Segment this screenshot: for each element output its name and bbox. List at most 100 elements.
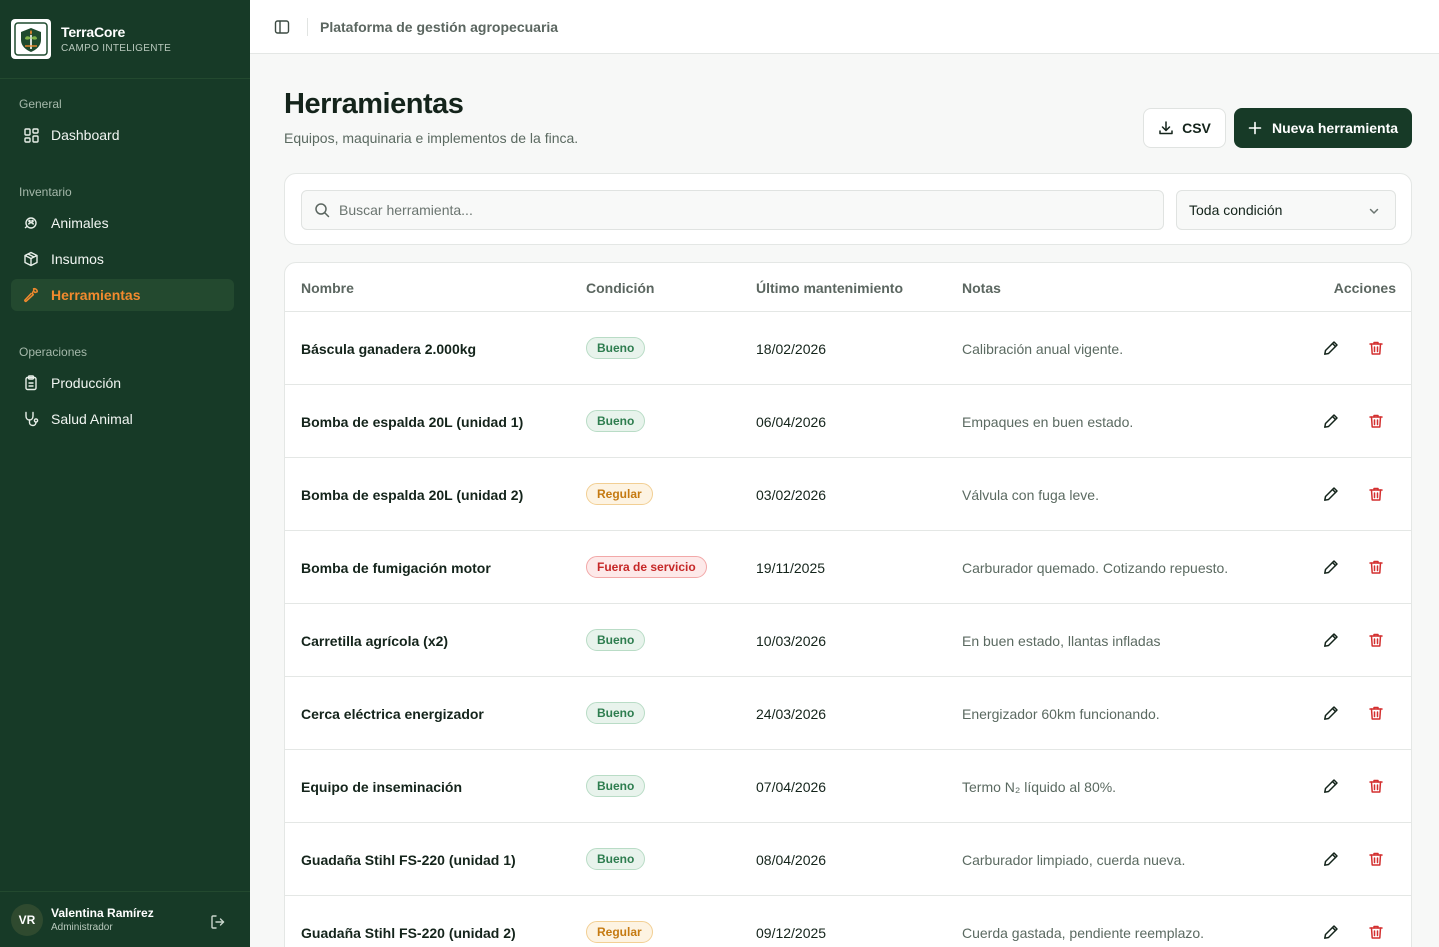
maintenance-date: 10/03/2026 <box>756 633 827 649</box>
delete-icon[interactable] <box>1368 705 1384 724</box>
delete-icon[interactable] <box>1368 413 1384 432</box>
edit-icon[interactable] <box>1323 486 1339 505</box>
delete-icon[interactable] <box>1368 632 1384 651</box>
brand-name: TerraCore <box>61 24 126 40</box>
brand-subtitle: CAMPO INTELIGENTE <box>61 43 172 54</box>
csv-export-button[interactable]: CSV <box>1143 108 1226 148</box>
col-ultimo-mantenimiento[interactable]: Último mantenimiento <box>756 280 903 296</box>
status-badge: Bueno <box>586 848 646 870</box>
dashboard-icon <box>23 127 39 143</box>
search-icon <box>315 203 330 218</box>
tool-name: Bomba de espalda 20L (unidad 1) <box>301 414 524 430</box>
sidebar-item-herramientas[interactable]: Herramientas <box>11 279 234 311</box>
sidebar-item-produccion[interactable]: Producción <box>11 367 234 399</box>
status-badge: Bueno <box>586 410 646 432</box>
table-row[interactable]: Equipo de inseminación Bueno 07/04/2026 Ter… <box>285 750 1411 823</box>
tool-name: Guadaña Stihl FS-220 (unidad 1) <box>301 852 516 868</box>
nav-section-general: General <box>19 97 62 111</box>
table-row[interactable]: Guadaña Stihl FS-220 (unidad 1) Bueno 08/0… <box>285 823 1411 896</box>
tool-notes: Empaques en buen estado. <box>962 414 1134 430</box>
sidebar-item-dashboard[interactable]: Dashboard <box>11 119 234 151</box>
tool-name: Bomba de espalda 20L (unidad 2) <box>301 487 524 503</box>
table-row[interactable]: Bomba de espalda 20L (unidad 1) Bueno 06/0… <box>285 385 1411 458</box>
sidebar-item-label: Animales <box>51 215 109 231</box>
tool-name: Bomba de fumigación motor <box>301 560 491 576</box>
status-badge: Bueno <box>586 629 646 651</box>
sidebar-item-label: Producción <box>51 375 122 391</box>
terracore-logo-icon <box>11 19 51 59</box>
sidebar-item-animales[interactable]: Animales <box>11 207 234 239</box>
user-profile: VR Valentina Ramírez Administrador <box>0 891 250 947</box>
delete-icon[interactable] <box>1368 559 1384 578</box>
download-icon <box>1159 121 1173 135</box>
csv-label: CSV <box>1182 120 1211 136</box>
status-badge: Bueno <box>586 337 646 359</box>
table-row[interactable]: Cerca eléctrica energizador Bueno 24/03/20… <box>285 677 1411 750</box>
user-name: Valentina Ramírez <box>51 906 154 920</box>
box-icon <box>23 251 39 267</box>
delete-icon[interactable] <box>1368 778 1384 797</box>
table-row[interactable]: Carretilla agrícola (x2) Bueno 10/03/2026 E… <box>285 604 1411 677</box>
delete-icon[interactable] <box>1368 924 1384 943</box>
topbar: Plataforma de gestión agropecuaria <box>250 0 1439 54</box>
stethoscope-icon <box>23 411 39 427</box>
edit-icon[interactable] <box>1323 924 1339 943</box>
maintenance-date: 03/02/2026 <box>756 487 827 503</box>
avatar[interactable]: VR <box>11 903 43 936</box>
nav-section-operaciones: Operaciones <box>19 345 88 359</box>
col-condicion[interactable]: Condición <box>586 280 654 296</box>
edit-icon[interactable] <box>1323 778 1339 797</box>
tool-notes: Energizador 60km funcionando. <box>962 706 1160 722</box>
delete-icon[interactable] <box>1368 486 1384 505</box>
col-nombre[interactable]: Nombre <box>301 280 354 296</box>
maintenance-date: 19/11/2025 <box>756 560 826 576</box>
maintenance-date: 09/12/2025 <box>756 925 827 941</box>
table-row[interactable]: Guadaña Stihl FS-220 (unidad 2) Regular 09… <box>285 896 1411 947</box>
clipboard-icon <box>23 375 39 391</box>
tool-name: Equipo de inseminación <box>301 779 463 795</box>
tool-name: Guadaña Stihl FS-220 (unidad 2) <box>301 925 516 941</box>
tool-name: Báscula ganadera 2.000kg <box>301 341 477 357</box>
edit-icon[interactable] <box>1323 413 1339 432</box>
sidebar-item-insumos[interactable]: Insumos <box>11 243 234 275</box>
wrench-icon <box>23 287 39 303</box>
table-row[interactable]: Bomba de espalda 20L (unidad 2) Regular 03… <box>285 458 1411 531</box>
status-badge: Bueno <box>586 775 646 797</box>
col-notas[interactable]: Notas <box>962 280 1001 296</box>
paw-icon <box>23 215 39 231</box>
sidebar-item-salud-animal[interactable]: Salud Animal <box>11 403 234 435</box>
edit-icon[interactable] <box>1323 340 1339 359</box>
status-badge: Regular <box>586 921 653 943</box>
sidebar-item-label: Salud Animal <box>51 411 133 427</box>
edit-icon[interactable] <box>1323 559 1339 578</box>
tool-notes: Carburador limpiado, cuerda nueva. <box>962 852 1186 868</box>
search-input[interactable] <box>339 202 1139 218</box>
tool-notes: Válvula con fuga leve. <box>962 487 1099 503</box>
page-subtitle: Equipos, maquinaria e implementos de la … <box>284 130 579 146</box>
topbar-title: Plataforma de gestión agropecuaria <box>320 18 559 35</box>
sidebar-toggle-icon[interactable] <box>273 18 291 36</box>
logout-icon[interactable] <box>210 914 226 935</box>
tool-notes: Termo N₂ líquido al 80%. <box>962 779 1117 795</box>
delete-icon[interactable] <box>1368 851 1384 870</box>
status-badge: Regular <box>586 483 653 505</box>
edit-icon[interactable] <box>1323 705 1339 724</box>
table-row[interactable]: Bomba de fumigación motor Fuera de servic… <box>285 531 1411 604</box>
status-badge: Fuera de servicio <box>586 556 707 578</box>
edit-icon[interactable] <box>1323 632 1339 651</box>
tool-name: Cerca eléctrica energizador <box>301 706 484 722</box>
new-tool-label: Nueva herramienta <box>1271 120 1399 136</box>
tool-notes: Carburador quemado. Cotizando repuesto. <box>962 560 1229 576</box>
maintenance-date: 18/02/2026 <box>756 341 827 357</box>
table-row[interactable]: Báscula ganadera 2.000kg Bueno 18/02/2026 C… <box>285 312 1411 385</box>
brand[interactable]: TerraCore CAMPO INTELIGENTE <box>0 0 250 79</box>
delete-icon[interactable] <box>1368 340 1384 359</box>
chevron-down-icon <box>1369 208 1379 214</box>
new-tool-button[interactable]: Nueva herramienta <box>1234 108 1412 148</box>
search-box[interactable] <box>301 190 1164 230</box>
tool-name: Carretilla agrícola (x2) <box>301 633 449 649</box>
table-header: Nombre Condición Último mantenimiento No… <box>285 263 1411 312</box>
edit-icon[interactable] <box>1323 851 1339 870</box>
maintenance-date: 06/04/2026 <box>756 414 827 430</box>
condition-select[interactable]: Toda condición <box>1176 190 1396 230</box>
